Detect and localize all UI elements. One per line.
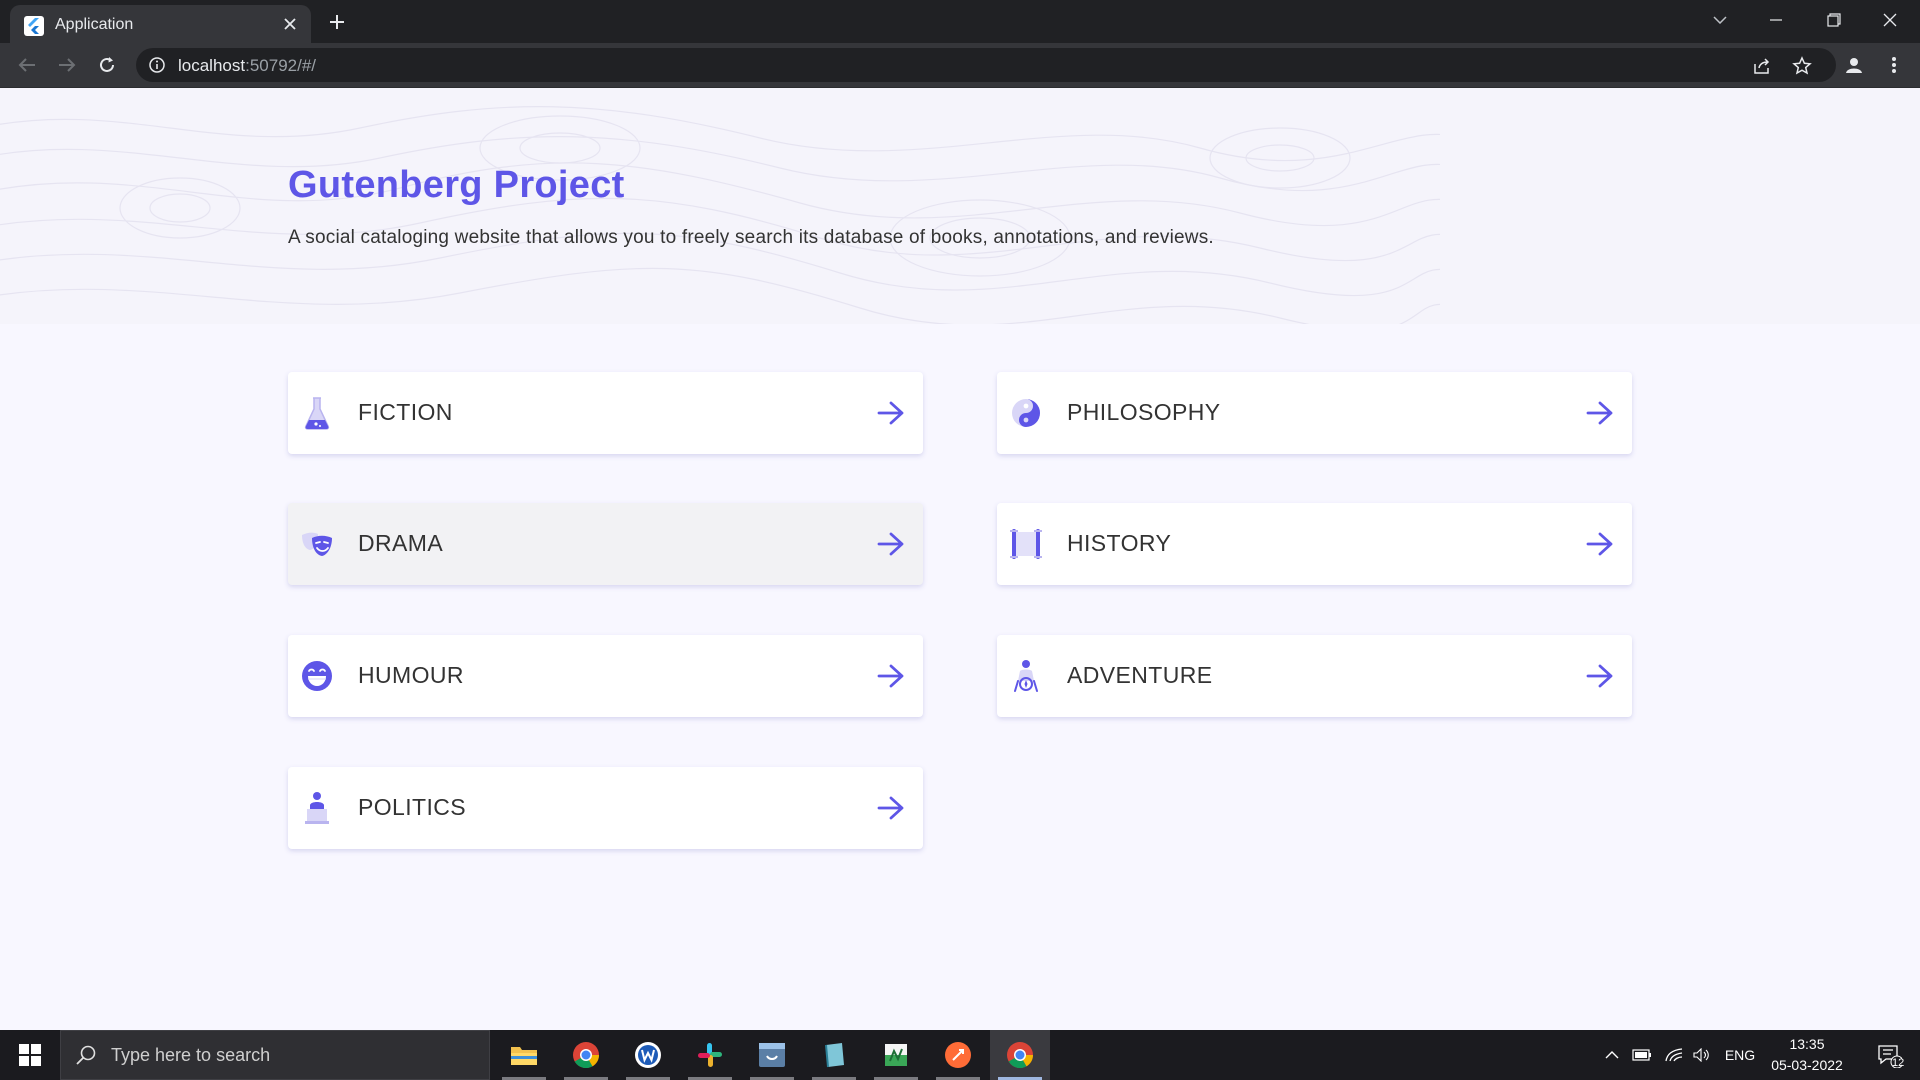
volume-icon[interactable] xyxy=(1688,1030,1716,1080)
language-indicator[interactable]: ENG xyxy=(1720,1030,1760,1080)
battery-icon[interactable] xyxy=(1628,1030,1656,1080)
window-close-icon[interactable] xyxy=(1862,0,1918,40)
genre-card-drama[interactable]: DRAMA xyxy=(288,503,923,585)
genre-card-fiction[interactable]: FICTION xyxy=(288,372,923,454)
theatre-masks-icon xyxy=(300,527,334,561)
bookmark-star-icon[interactable] xyxy=(1790,54,1814,78)
genre-card-adventure[interactable]: ADVENTURE xyxy=(997,635,1632,717)
arrow-right-icon xyxy=(875,528,907,560)
genre-card-politics[interactable]: POLITICS xyxy=(288,767,923,849)
arrow-right-icon xyxy=(1584,397,1616,429)
page-content: Gutenberg Project A social cataloging we… xyxy=(0,88,1920,1030)
slack-icon[interactable] xyxy=(680,1030,740,1080)
spreadsheet-app-icon[interactable] xyxy=(866,1030,926,1080)
search-placeholder: Type here to search xyxy=(111,1045,271,1065)
laughing-face-icon xyxy=(300,659,334,693)
url-host: localhost xyxy=(178,56,246,75)
tab-search-chevron-icon[interactable] xyxy=(1692,0,1748,40)
notification-count: 12 xyxy=(1892,1057,1905,1069)
notebook-app-icon[interactable] xyxy=(804,1030,864,1080)
url-text[interactable]: localhost:50792/#/ xyxy=(178,56,316,76)
page-title: Gutenberg Project xyxy=(288,164,625,206)
restore-icon[interactable] xyxy=(1806,0,1862,40)
file-explorer-icon[interactable] xyxy=(494,1030,554,1080)
share-icon[interactable] xyxy=(1750,54,1774,78)
chrome-active-taskbar-icon[interactable] xyxy=(990,1030,1050,1080)
browser-menu-icon[interactable] xyxy=(1880,51,1908,79)
arrow-right-icon xyxy=(875,660,907,692)
genre-label-drama: DRAMA xyxy=(358,530,444,556)
flask-icon xyxy=(300,396,334,430)
hero-banner: Gutenberg Project A social cataloging we… xyxy=(0,88,1920,324)
arrow-right-icon xyxy=(875,792,907,824)
reload-icon[interactable] xyxy=(92,50,122,80)
wifi-icon[interactable] xyxy=(1660,1030,1688,1080)
tray-chevron-up-icon[interactable] xyxy=(1600,1030,1624,1080)
arrow-right-icon xyxy=(1584,660,1616,692)
browser-tab[interactable]: Application xyxy=(10,5,311,43)
profile-icon[interactable] xyxy=(1840,51,1868,79)
clock-date: 05-03-2022 xyxy=(1771,1057,1843,1073)
tab-title: Application xyxy=(55,16,134,33)
page-subtitle: A social cataloging website that allows … xyxy=(288,227,1214,248)
genre-card-humour[interactable]: HUMOUR xyxy=(288,635,923,717)
browser-titlebar: Application xyxy=(0,0,1920,43)
genre-card-philosophy[interactable]: PHILOSOPHY xyxy=(997,372,1632,454)
search-icon xyxy=(75,1044,97,1070)
arrow-right-icon xyxy=(875,397,907,429)
clock-time: 13:35 xyxy=(1789,1036,1825,1052)
new-tab-icon[interactable] xyxy=(322,9,352,35)
genre-label-fiction: FICTION xyxy=(358,399,453,425)
genre-label-philosophy: PHILOSOPHY xyxy=(1067,399,1221,425)
word-app-icon[interactable] xyxy=(618,1030,678,1080)
scroll-icon xyxy=(1009,527,1043,561)
taskbar-search-input[interactable]: Type here to search xyxy=(60,1030,490,1080)
forward-arrow-icon[interactable] xyxy=(52,50,82,80)
flutter-favicon-icon xyxy=(24,16,44,36)
arrow-right-icon xyxy=(1584,528,1616,560)
url-path: :50792/#/ xyxy=(245,56,317,75)
chrome-taskbar-icon[interactable] xyxy=(556,1030,616,1080)
yin-yang-icon xyxy=(1009,396,1043,430)
genre-label-history: HISTORY xyxy=(1067,530,1172,556)
tab-close-icon[interactable] xyxy=(279,13,301,35)
topographic-pattern-icon xyxy=(0,106,1440,324)
address-bar[interactable]: localhost:50792/#/ xyxy=(136,48,1836,82)
windows-taskbar: Type here to search ENG 13:35 05-03-2022… xyxy=(0,1030,1920,1080)
minimize-icon[interactable] xyxy=(1748,0,1804,40)
taskbar-clock[interactable]: 13:35 05-03-2022 xyxy=(1762,1034,1852,1076)
back-arrow-icon[interactable] xyxy=(12,50,42,80)
postman-icon[interactable] xyxy=(928,1030,988,1080)
site-info-icon[interactable] xyxy=(148,56,166,78)
windows-start-icon[interactable] xyxy=(0,1030,60,1080)
genre-label-adventure: ADVENTURE xyxy=(1067,662,1213,688)
genre-label-politics: POLITICS xyxy=(358,794,467,820)
app-window-icon[interactable] xyxy=(742,1030,802,1080)
browser-toolbar: localhost:50792/#/ xyxy=(0,43,1920,88)
genre-card-history[interactable]: HISTORY xyxy=(997,503,1632,585)
politician-icon xyxy=(300,791,334,825)
notification-center-icon[interactable]: 12 xyxy=(1866,1030,1912,1080)
genre-label-humour: HUMOUR xyxy=(358,662,464,688)
adventurer-icon xyxy=(1009,659,1043,693)
